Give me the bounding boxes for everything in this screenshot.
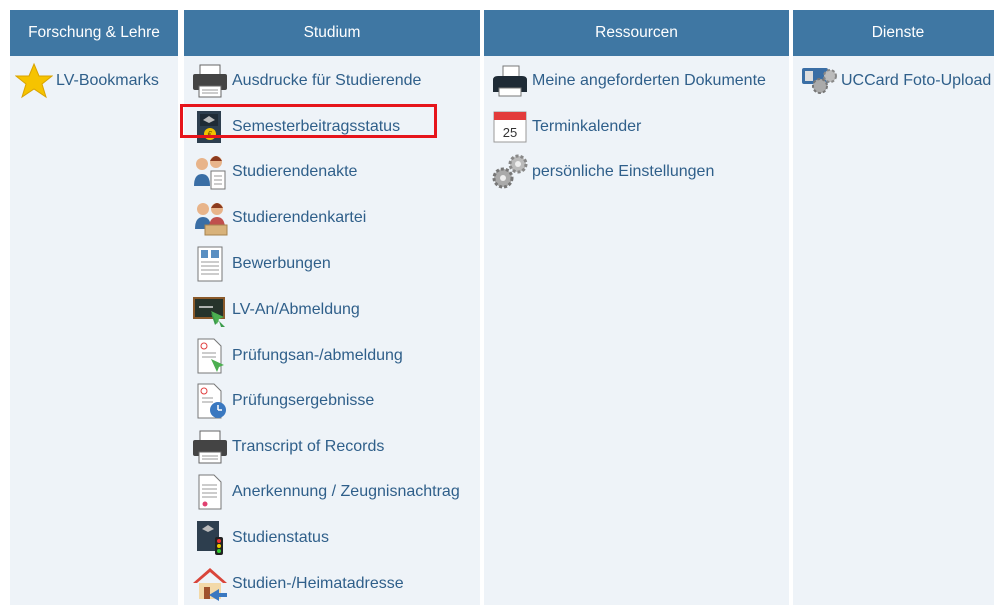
menu-item-label: Studienstatus bbox=[232, 529, 329, 546]
column-studium: Studium Ausdrucke für Studierende € Seme… bbox=[184, 10, 480, 605]
exam-results-icon bbox=[190, 381, 230, 421]
menu-item-studien-heimatadresse[interactable]: Studien-/Heimatadresse bbox=[190, 564, 404, 604]
course-registration-icon bbox=[190, 290, 230, 330]
calendar-day-text: 25 bbox=[503, 125, 517, 140]
menu-item-label: Studien-/Heimatadresse bbox=[232, 575, 404, 592]
document-printer-icon bbox=[490, 61, 530, 101]
study-status-icon bbox=[190, 518, 230, 558]
menu-item-label: Prüfungsan-/abmeldung bbox=[232, 347, 403, 364]
menu-item-label: UCCard Foto-Upload bbox=[841, 72, 992, 89]
menu-item-pruefungsergebnisse[interactable]: Prüfungsergebnisse bbox=[190, 381, 374, 421]
menu-item-pruefungsanmeldung[interactable]: Prüfungsan-/abmeldung bbox=[190, 336, 403, 376]
column-header-forschung-lehre: Forschung & Lehre bbox=[10, 10, 178, 56]
column-header-dienste: Dienste bbox=[793, 10, 994, 56]
menu-item-label: Anerkennung / Zeugnisnachtrag bbox=[232, 483, 460, 500]
menu-item-label: Ausdrucke für Studierende bbox=[232, 72, 422, 89]
fee-status-icon: € bbox=[190, 107, 230, 147]
card-photo-upload-icon bbox=[799, 61, 839, 101]
menu-item-label: Meine angeforderten Dokumente bbox=[532, 72, 766, 89]
menu-item-label: persönliche Einstellungen bbox=[532, 163, 715, 180]
menu-item-label: LV-An/Abmeldung bbox=[232, 301, 360, 318]
menu-item-meine-dokumente[interactable]: Meine angeforderten Dokumente bbox=[490, 61, 766, 101]
menu-item-label: Studierendenkartei bbox=[232, 209, 367, 226]
menu-item-terminkalender[interactable]: 25 Terminkalender bbox=[490, 107, 641, 147]
printer-icon bbox=[190, 61, 230, 101]
home-address-icon bbox=[190, 564, 230, 604]
menu-item-studienstatus[interactable]: Studienstatus bbox=[190, 518, 329, 558]
column-dienste: Dienste UCCard Foto-Upload bbox=[793, 10, 994, 605]
menu-item-lv-bookmarks[interactable]: LV-Bookmarks bbox=[14, 61, 159, 101]
student-card-icon bbox=[190, 198, 230, 238]
printer-icon bbox=[190, 427, 230, 467]
menu-item-label: Terminkalender bbox=[532, 118, 642, 135]
menu-item-anerkennung-zeugnisnachtrag[interactable]: Anerkennung / Zeugnisnachtrag bbox=[190, 472, 460, 512]
column-forschung-lehre: Forschung & Lehre LV-Bookmarks bbox=[10, 10, 178, 605]
menu-item-label: Semesterbeitragsstatus bbox=[232, 118, 401, 135]
menu-item-uccard-foto-upload[interactable]: UCCard Foto-Upload bbox=[799, 61, 994, 101]
exam-registration-icon bbox=[190, 336, 230, 376]
column-header-ressourcen: Ressourcen bbox=[484, 10, 789, 56]
menu-item-transcript-of-records[interactable]: Transcript of Records bbox=[190, 427, 384, 467]
column-header-studium: Studium bbox=[184, 10, 480, 56]
application-document-icon bbox=[190, 244, 230, 284]
menu-item-label: Prüfungsergebnisse bbox=[232, 392, 375, 409]
star-icon bbox=[14, 61, 54, 101]
menu-item-semesterbeitragsstatus[interactable]: € Semesterbeitragsstatus bbox=[190, 107, 400, 147]
menu-item-label: Transcript of Records bbox=[232, 438, 385, 455]
menu-item-ausdrucke[interactable]: Ausdrucke für Studierende bbox=[190, 61, 421, 101]
menu-item-studierendenakte[interactable]: Studierendenakte bbox=[190, 152, 357, 192]
column-ressourcen: Ressourcen Meine angeforderten Dokumente… bbox=[484, 10, 789, 605]
student-file-icon bbox=[190, 152, 230, 192]
calendar-icon: 25 bbox=[490, 107, 530, 147]
gears-icon bbox=[490, 152, 530, 192]
menu-item-label: Bewerbungen bbox=[232, 255, 331, 272]
menu-item-bewerbungen[interactable]: Bewerbungen bbox=[190, 244, 331, 284]
menu-item-persoenliche-einstellungen[interactable]: persönliche Einstellungen bbox=[490, 152, 714, 192]
certificate-icon bbox=[190, 472, 230, 512]
svg-text:€: € bbox=[208, 130, 213, 139]
menu-item-label: LV-Bookmarks bbox=[56, 72, 159, 89]
menu-item-studierendenkartei[interactable]: Studierendenkartei bbox=[190, 198, 366, 238]
menu-item-lv-an-abmeldung[interactable]: LV-An/Abmeldung bbox=[190, 290, 360, 330]
menu-item-label: Studierendenakte bbox=[232, 163, 358, 180]
